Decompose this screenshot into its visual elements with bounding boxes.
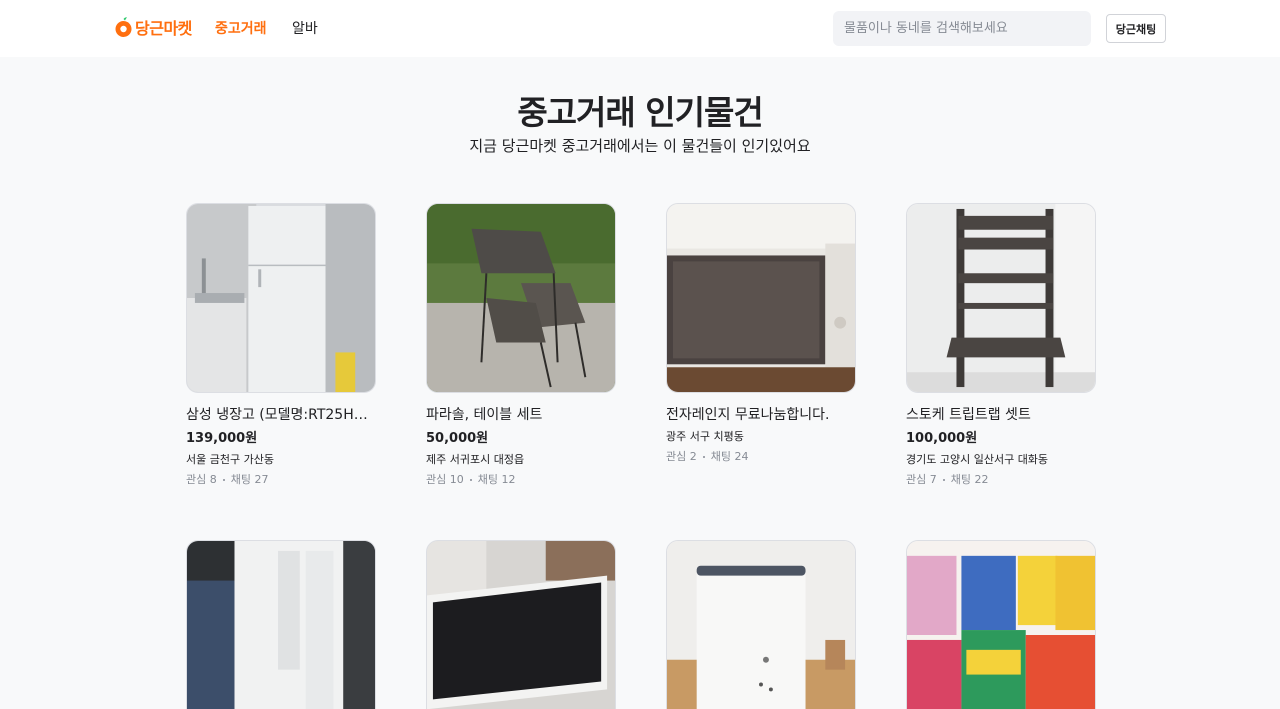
product-card[interactable]: 스토케 트립트랩 셋트 100,000원 경기도 고양시 일산서구 대화동 관심… [906,203,1096,488]
separator-dot [469,479,472,481]
separator-dot [222,479,225,481]
product-card[interactable] [186,540,376,709]
carrot-logo-icon [115,16,132,38]
product-image-outdoor-table-set [426,203,616,393]
likes-count: 관심 7 [906,473,937,486]
top-header: 당근마켓 중고거래 알바 당근채팅 [0,0,1280,57]
nav-used-trade[interactable]: 중고거래 [215,18,267,38]
search-input[interactable] [833,11,1091,46]
product-title: 전자레인지 무료나눔합니다. [666,407,830,423]
product-image-air-conditioner [186,540,376,709]
product-image-high-chair [906,203,1096,393]
product-card[interactable]: 파라솔, 테이블 세트 50,000원 제주 서귀포시 대정읍 관심 10 채팅 … [426,203,616,488]
chats-count: 채팅 12 [477,473,516,486]
product-region: 제주 서귀포시 대정읍 [426,453,525,466]
product-image-microwave [666,203,856,393]
chats-count: 채팅 24 [710,450,749,463]
likes-count: 관심 8 [186,473,217,486]
chats-count: 채팅 22 [950,473,989,486]
nav-alba[interactable]: 알바 [292,18,318,38]
separator-dot [702,456,705,458]
product-image-humidifier [666,540,856,709]
logo-text: 당근마켓 [135,19,192,38]
product-price: 100,000원 [906,431,978,446]
product-counts: 관심 8 채팅 27 [186,472,376,488]
product-title: 삼성 냉장고 (모델명:RT25HA... [186,407,376,423]
product-card[interactable] [426,540,616,709]
product-card[interactable]: 삼성 냉장고 (모델명:RT25HA... 139,000원 서울 금천구 가산… [186,203,376,488]
product-card[interactable] [666,540,856,709]
separator-dot [942,479,945,481]
product-counts: 관심 10 채팅 12 [426,472,616,488]
product-title: 스토케 트립트랩 셋트 [906,407,1031,423]
product-image-snack-packages [906,540,1096,709]
chats-count: 채팅 27 [230,473,269,486]
product-region: 경기도 고양시 일산서구 대화동 [906,453,1049,466]
product-image-refrigerator [186,203,376,393]
product-title: 파라솔, 테이블 세트 [426,407,543,423]
product-counts: 관심 7 채팅 22 [906,472,1096,488]
logo[interactable]: 당근마켓 [115,16,192,38]
product-card[interactable]: 전자레인지 무료나눔합니다. 광주 서구 치평동 관심 2 채팅 24 [666,203,856,465]
likes-count: 관심 2 [666,450,697,463]
product-price: 139,000원 [186,431,258,446]
likes-count: 관심 10 [426,473,464,486]
product-image-monitor [426,540,616,709]
product-region: 광주 서구 치평동 [666,430,744,443]
product-counts: 관심 2 채팅 24 [666,449,856,465]
chat-button[interactable]: 당근채팅 [1106,14,1166,43]
page-title: 중고거래 인기물건 [517,93,763,132]
product-region: 서울 금천구 가산동 [186,453,274,466]
product-price: 50,000원 [426,431,489,446]
page-subtitle: 지금 당근마켓 중고거래에서는 이 물건들이 인기있어요 [469,137,811,155]
product-card[interactable] [906,540,1096,709]
